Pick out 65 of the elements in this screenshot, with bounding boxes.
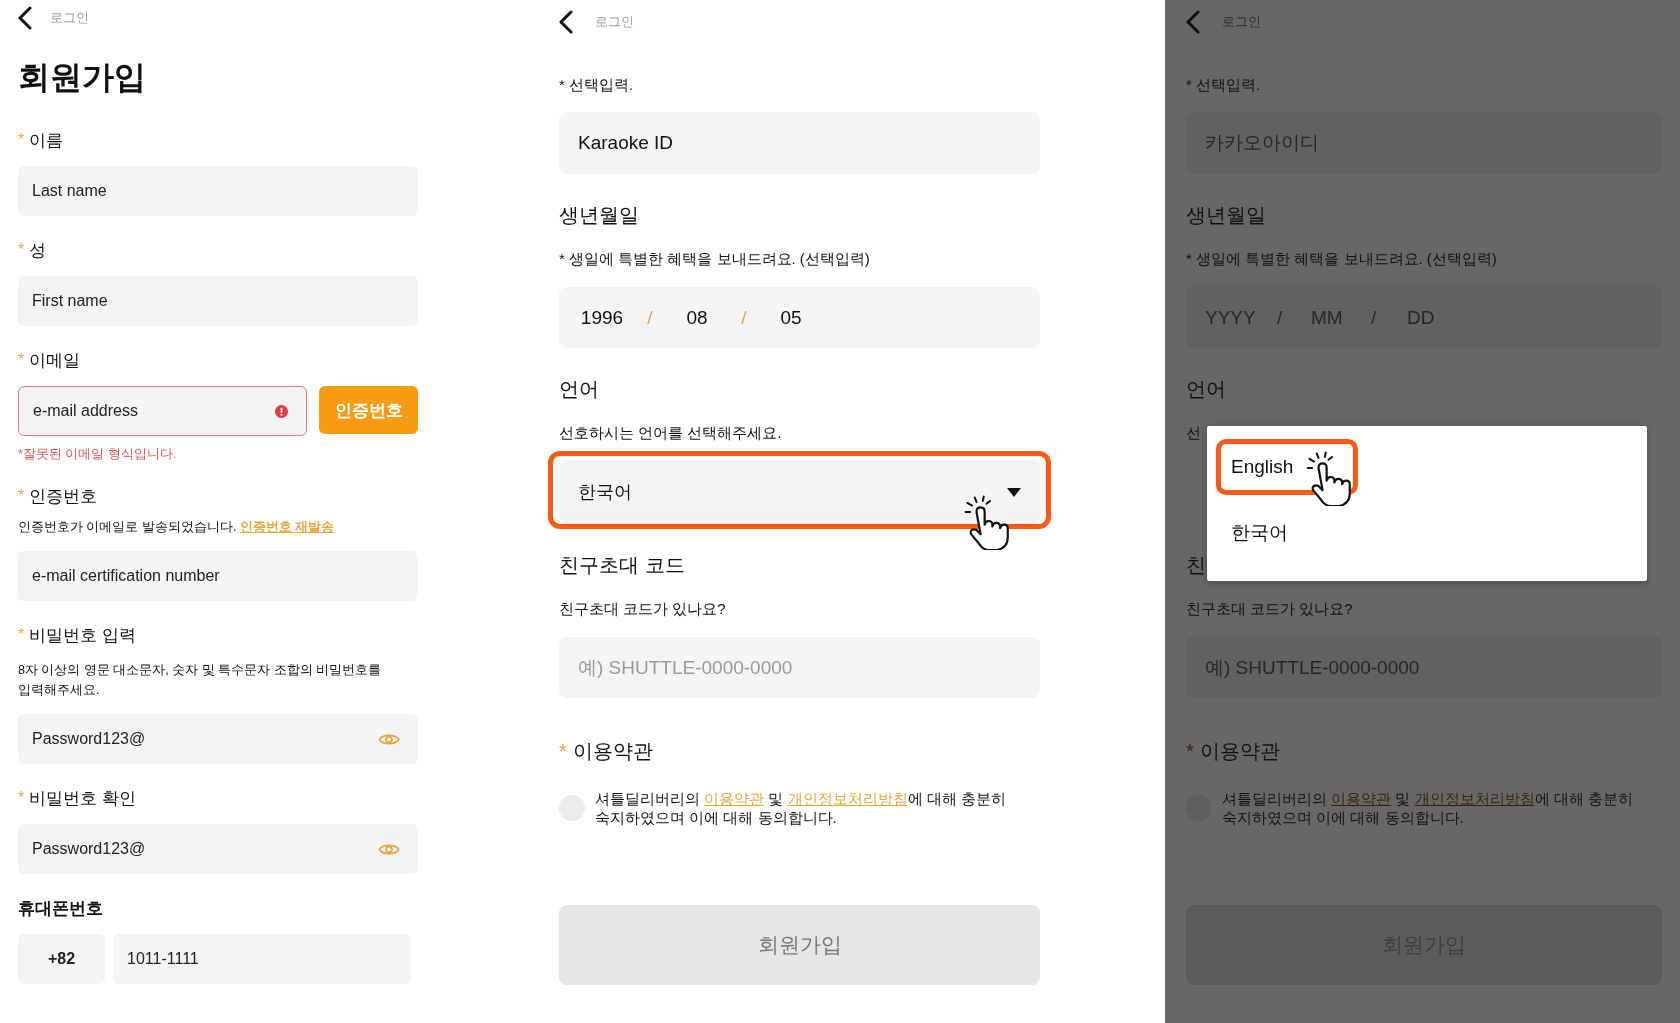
language-option[interactable]: 한국어 bbox=[1216, 503, 1353, 563]
terms-link[interactable]: 이용약관 bbox=[704, 790, 765, 807]
optional-note: * 선택입력. bbox=[559, 75, 635, 95]
terms-link[interactable]: 이용약관 bbox=[1331, 790, 1392, 807]
helper-text: 인증번호가 이메일로 발송되었습니다. 인증번호 재발송 bbox=[18, 519, 336, 536]
id-field[interactable]: 카카오아이디 bbox=[1186, 112, 1662, 174]
section-note: * 생일에 특별한 혜택을 보내드려요. (선택입력) bbox=[1186, 249, 1498, 269]
optional-note: * 선택입력. bbox=[1186, 75, 1262, 95]
section-note: 친구초대 코드가 있나요? bbox=[1186, 599, 1354, 619]
field-label: 이메일 bbox=[29, 349, 81, 372]
country-code-field[interactable]: +82 bbox=[18, 934, 105, 984]
section-heading: 생년월일 bbox=[559, 203, 640, 228]
page-title: 회원가입 bbox=[18, 58, 147, 97]
required-mark: * bbox=[18, 351, 25, 369]
required-mark: * bbox=[18, 241, 25, 259]
terms-link[interactable]: 개인정보처리방침 bbox=[1414, 790, 1535, 807]
id-field[interactable]: Karaoke ID bbox=[559, 112, 1040, 174]
field-label: 휴대폰번호 bbox=[18, 897, 103, 920]
agreement-text: 셔틀딜리버리의 이용약관 및 개인정보처리방침에 대해 충분히 숙지하였으며 이에 대해 동의합니다. bbox=[1222, 789, 1633, 827]
error-icon bbox=[275, 404, 288, 418]
error-message: *잘못된 이메일 형식입니다. bbox=[18, 446, 178, 462]
text-field[interactable]: First name bbox=[18, 276, 418, 326]
caret-icon bbox=[1007, 487, 1021, 497]
field-label: 비밀번호 확인 bbox=[29, 787, 136, 810]
helper-text: 8자 이상의 영문 대소문자, 숫자 및 특수문자 조합의 비밀번호를 입력해주세요. bbox=[18, 662, 383, 699]
field-label: 인증번호 bbox=[29, 485, 98, 508]
required-mark: * bbox=[18, 626, 25, 644]
password-field[interactable]: Password123@ bbox=[18, 824, 418, 874]
required-mark: * bbox=[559, 739, 567, 764]
terms-link[interactable]: 개인정보처리방침 bbox=[787, 790, 908, 807]
section-note: 선 bbox=[1186, 423, 1202, 443]
back-label[interactable]: 로그인 bbox=[50, 9, 89, 27]
section-heading: 언어 bbox=[559, 377, 600, 402]
field-label: 이름 bbox=[29, 129, 64, 152]
field-label: 비밀번호 입력 bbox=[29, 624, 136, 647]
section-note: * 생일에 특별한 혜택을 보내드려요. (선택입력) bbox=[559, 249, 871, 269]
date-field[interactable]: YYYY / MM / DD bbox=[1186, 287, 1662, 348]
verify-button[interactable]: 인증번호 bbox=[319, 386, 418, 434]
agreement-text: 셔틀딜리버리의 이용약관 및 개인정보처리방침에 대해 충분히 숙지하였으며 이에 대해 동의합니다. bbox=[595, 789, 1006, 827]
back-icon[interactable] bbox=[18, 6, 32, 30]
password-field[interactable]: Password123@ bbox=[18, 714, 418, 764]
back-icon[interactable] bbox=[559, 10, 573, 34]
resend-link[interactable]: 인증번호 재발송 bbox=[239, 520, 335, 534]
language-dropdown[interactable]: 한국어 bbox=[559, 460, 1040, 524]
section-note: 친구초대 코드가 있나요? bbox=[559, 599, 727, 619]
required-mark: * bbox=[18, 487, 25, 505]
section-heading: 친 bbox=[1186, 553, 1207, 578]
field-label: 성 bbox=[29, 239, 47, 262]
required-mark: * bbox=[1186, 739, 1194, 764]
required-mark: * bbox=[18, 131, 25, 149]
section-heading: 생년월일 bbox=[1186, 203, 1267, 228]
section-heading: 이용약관 bbox=[1199, 739, 1280, 764]
referral-code-field[interactable]: 예) SHUTTLE-0000-0000 bbox=[559, 637, 1040, 698]
phone-field[interactable]: 1011-1111 bbox=[113, 934, 411, 984]
back-label[interactable]: 로그인 bbox=[595, 13, 634, 31]
code-field[interactable]: e-mail certification number bbox=[18, 551, 418, 601]
section-heading: 언어 bbox=[1186, 377, 1227, 402]
email-field[interactable]: e-mail address bbox=[18, 386, 307, 436]
referral-code-field[interactable]: 예) SHUTTLE-0000-0000 bbox=[1186, 637, 1662, 698]
section-heading: 친구초대 코드 bbox=[559, 553, 686, 578]
section-heading: 이용약관 bbox=[572, 739, 653, 764]
date-field[interactable]: 1996 / 08 / 05 bbox=[559, 287, 1040, 348]
required-mark: * bbox=[18, 789, 25, 807]
section-note: 선호하시는 언어를 선택해주세요. bbox=[559, 423, 783, 443]
text-field[interactable]: Last name bbox=[18, 166, 418, 216]
